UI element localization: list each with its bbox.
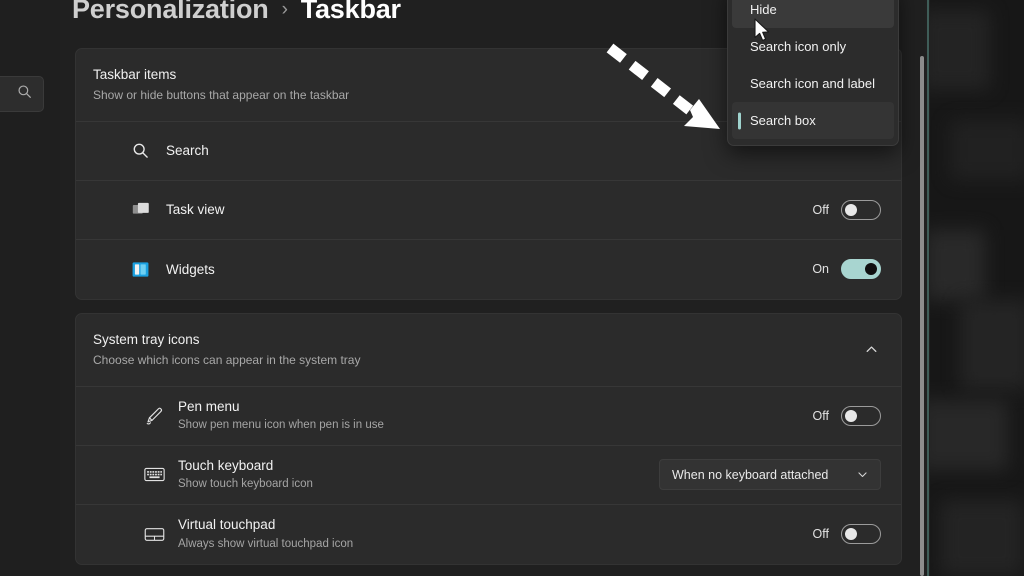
row-label: Widgets: [166, 261, 215, 277]
menu-item-search-box[interactable]: Search box: [732, 102, 894, 139]
row-text: Widgets: [166, 260, 812, 280]
row-virtual-touchpad[interactable]: Virtual touchpad Always show virtual tou…: [76, 505, 901, 564]
search-icon: [132, 142, 166, 159]
section-subtitle: Show or hide buttons that appear on the …: [93, 88, 350, 103]
card-system-tray-icons: System tray icons Choose which icons can…: [75, 312, 902, 565]
search-taskbar-mode-menu[interactable]: Hide Search icon only Search icon and la…: [727, 0, 899, 146]
toggle-task-view[interactable]: [841, 199, 881, 220]
chevron-down-icon: [856, 468, 869, 481]
row-text: Task view: [166, 200, 813, 220]
row-label: Pen menu: [178, 398, 240, 414]
settings-search-box[interactable]: [0, 76, 44, 112]
section-title: System tray icons: [93, 331, 200, 347]
menu-item-search-icon-only[interactable]: Search icon only: [732, 28, 894, 65]
row-text: Virtual touchpad Always show virtual tou…: [178, 515, 813, 553]
menu-item-label: Hide: [750, 2, 777, 17]
scrollbar-thumb[interactable]: [920, 56, 924, 576]
row-control: On: [812, 259, 881, 280]
row-control: Off: [812, 199, 881, 220]
breadcrumb-separator-icon: ›: [281, 0, 288, 20]
page-title: Taskbar: [300, 0, 401, 24]
row-pen-menu[interactable]: Pen menu Show pen menu icon when pen is …: [76, 387, 901, 446]
settings-left-rail: [0, 0, 60, 576]
row-sublabel: Always show virtual touchpad icon: [178, 537, 354, 550]
section-subtitle: Choose which icons can appear in the sys…: [93, 353, 361, 368]
row-task-view[interactable]: Task view Off: [76, 181, 901, 240]
menu-item-label: Search icon and label: [750, 76, 876, 91]
row-touch-keyboard[interactable]: Touch keyboard Show touch keyboard icon …: [76, 446, 901, 505]
pen-icon: [144, 406, 178, 426]
row-sublabel: Show touch keyboard icon: [178, 478, 313, 491]
row-label: Virtual touchpad: [178, 517, 276, 533]
row-control: Off: [812, 405, 881, 426]
combobox-touch-keyboard[interactable]: When no keyboard attached: [659, 459, 881, 491]
menu-item-hide[interactable]: Hide: [732, 0, 894, 28]
row-label: Touch keyboard: [178, 457, 274, 473]
menu-item-label: Search icon only: [750, 39, 847, 54]
toggle-state-label: On: [812, 262, 829, 277]
desktop-backdrop: [930, 0, 1024, 576]
row-control: Off: [812, 524, 881, 545]
toggle-state-label: Off: [812, 527, 829, 542]
keyboard-icon: [144, 466, 178, 483]
row-label: Task view: [166, 202, 225, 218]
menu-item-label: Search box: [750, 113, 816, 128]
screen: Personalization › Taskbar Taskbar items …: [0, 0, 1024, 576]
content-scrollbar[interactable]: [914, 0, 928, 576]
breadcrumb: Personalization › Taskbar: [72, 0, 401, 25]
row-text: Pen menu Show pen menu icon when pen is …: [178, 397, 813, 435]
toggle-virtual-touchpad[interactable]: [841, 524, 881, 545]
window-edge: [927, 0, 929, 576]
toggle-state-label: Off: [812, 408, 829, 423]
menu-item-search-icon-and-label[interactable]: Search icon and label: [732, 65, 894, 102]
task-view-icon: [132, 201, 166, 218]
search-icon: [17, 84, 32, 104]
row-control: When no keyboard attached: [659, 459, 881, 491]
chevron-up-icon[interactable]: [864, 342, 881, 357]
toggle-widgets[interactable]: [841, 259, 881, 280]
toggle-state-label: Off: [812, 202, 829, 217]
touchpad-icon: [144, 526, 178, 543]
toggle-pen-menu[interactable]: [841, 405, 881, 426]
widgets-icon: [132, 261, 166, 278]
row-sublabel: Show pen menu icon when pen is in use: [178, 419, 384, 432]
row-widgets[interactable]: Widgets On: [76, 240, 901, 299]
card-header-system-tray-icons[interactable]: System tray icons Choose which icons can…: [76, 314, 901, 387]
breadcrumb-parent[interactable]: Personalization: [72, 0, 269, 25]
section-title: Taskbar items: [93, 67, 177, 82]
combobox-value: When no keyboard attached: [672, 467, 829, 482]
row-text: Touch keyboard Show touch keyboard icon: [178, 456, 659, 494]
